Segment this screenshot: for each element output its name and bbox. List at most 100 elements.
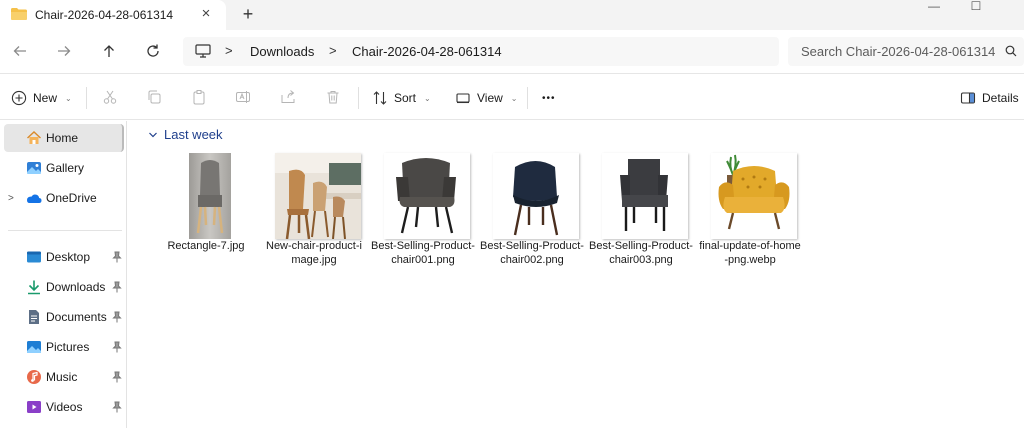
paste-icon [193,90,205,105]
file-item[interactable]: Rectangle-7.jpg [154,151,258,281]
sidebar-item-label: Documents [46,310,107,324]
paste-button[interactable] [189,87,209,107]
trash-icon [327,91,339,104]
pictures-icon [27,341,41,353]
file-name: New-chair-product-image.jpg [266,240,362,266]
documents-icon [29,310,39,324]
refresh-icon [147,44,159,57]
navigation-pane: Home Gallery > OneDrive Desktop Download… [0,121,127,428]
share-button[interactable] [278,87,298,107]
rename-icon [236,91,250,103]
sidebar-item-gallery[interactable]: Gallery [4,154,124,182]
cut-icon [103,90,117,104]
new-tab-button[interactable]: + [238,4,258,24]
forward-button[interactable] [52,40,76,62]
sidebar-item-music[interactable]: Music [4,363,124,391]
view-label: View [477,91,503,105]
divider [86,87,87,109]
chevron-down-icon [149,132,157,137]
minimize-button[interactable]: — [912,0,956,14]
file-list: Last week Rectangle-7.jpg New-chair-prod… [128,121,1024,428]
up-button[interactable] [97,40,121,62]
more-options-button[interactable]: ••• [542,86,556,110]
view-icon [456,93,470,104]
file-name: Best-Selling-Product-chair002.png [480,240,584,266]
chevron-right-icon[interactable]: > [8,193,14,204]
breadcrumb-separator: > [225,43,233,58]
music-icon [27,370,41,384]
search-input[interactable]: Search Chair-2026-04-28-061314 [801,44,995,59]
file-thumbnail [602,153,688,239]
file-thumbnail [167,153,253,239]
file-item[interactable]: Best-Selling-Product-chair003.png [589,151,693,281]
chevron-down-icon: ⌄ [65,93,72,103]
sidebar-item-label: Videos [46,400,83,414]
rename-button[interactable] [233,87,253,107]
home-icon [27,131,41,144]
search-icon [1005,45,1017,57]
plus-circle-icon [11,90,27,106]
copy-button[interactable] [144,87,164,107]
sidebar-item-label: Downloads [46,280,106,294]
tab-title: Chair-2026-04-28-061314 [35,8,174,22]
pin-icon [112,311,122,323]
sidebar-item-label: Desktop [46,250,91,264]
sidebar-item-label: OneDrive [46,191,97,205]
file-thumbnail [711,153,797,239]
sidebar-item-documents[interactable]: Documents [4,303,124,331]
delete-button[interactable] [323,87,343,107]
downloads-icon [28,280,40,295]
sidebar-item-label: Pictures [46,340,90,354]
pin-icon [112,401,122,413]
file-name: Best-Selling-Product-chair001.png [371,240,475,266]
maximize-button[interactable]: ☐ [954,0,998,14]
arrow-right-icon [58,46,71,56]
arrow-up-icon [104,45,114,57]
file-item[interactable]: Best-Selling-Product-chair001.png [371,151,475,281]
file-name: Best-Selling-Product-chair003.png [589,240,693,266]
close-tab-button[interactable]: × [198,6,214,22]
divider [527,87,528,109]
pin-icon [112,371,122,383]
group-header[interactable]: Last week [148,127,223,142]
sort-label: Sort [394,91,417,105]
copy-icon [148,90,161,104]
sidebar-item-downloads[interactable]: Downloads [4,273,124,301]
sidebar-divider [8,230,122,231]
details-button[interactable]: Details [960,86,1019,110]
sidebar-item-label: Music [46,370,78,384]
gallery-icon [27,162,41,174]
sidebar-item-videos[interactable]: Videos [4,393,124,421]
file-item[interactable]: Best-Selling-Product-chair002.png [480,151,584,281]
videos-icon [27,401,41,413]
tab-active[interactable]: Chair-2026-04-28-061314 × [0,0,226,30]
group-label: Last week [164,127,223,142]
file-thumbnail [275,153,361,239]
breadcrumb-separator: > [329,43,337,58]
sort-button[interactable]: Sort ⌄ [372,86,431,110]
sort-icon [373,91,387,105]
folder-icon [11,8,27,20]
sidebar-item-onedrive[interactable]: > OneDrive [4,184,124,212]
file-thumbnail [493,153,579,239]
sidebar-item-pictures[interactable]: Pictures [4,333,124,361]
pin-icon [112,341,122,353]
command-bar: New ⌄ Sort ⌄ View ⌄ ••• Details [0,75,1024,120]
file-item[interactable]: New-chair-product-image.jpg [262,151,366,281]
navigation-bar: > Downloads > Chair-2026-04-28-061314 Se… [0,30,1024,74]
view-button[interactable]: View ⌄ [455,86,518,110]
breadcrumb-current-folder[interactable]: Chair-2026-04-28-061314 [352,44,502,59]
new-button[interactable]: New ⌄ [11,86,72,110]
back-button[interactable] [8,40,32,62]
breadcrumb-downloads[interactable]: Downloads [250,44,314,59]
share-icon [281,90,295,103]
details-pane-icon [960,92,976,104]
sidebar-item-home[interactable]: Home [4,124,124,152]
cut-button[interactable] [100,87,120,107]
refresh-button[interactable] [141,40,165,62]
divider [358,87,359,109]
sidebar-item-desktop[interactable]: Desktop [4,243,124,271]
search-box[interactable]: Search Chair-2026-04-28-061314 [788,37,1024,66]
address-bar[interactable]: > Downloads > Chair-2026-04-28-061314 [183,37,779,66]
file-item[interactable]: final-update-of-home-png.webp [698,151,802,281]
